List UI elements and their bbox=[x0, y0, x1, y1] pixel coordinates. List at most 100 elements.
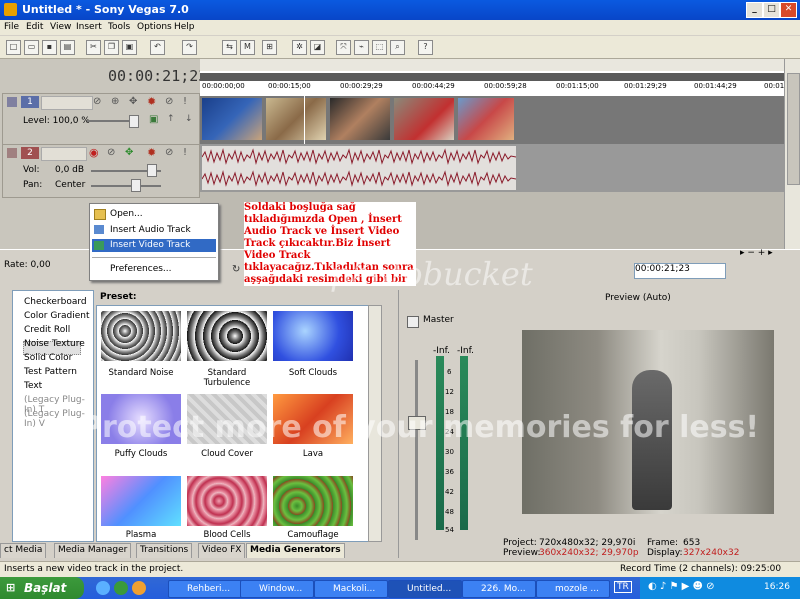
loop-region-bar[interactable] bbox=[200, 73, 784, 81]
menu-options[interactable]: Options bbox=[137, 22, 172, 32]
tab-project-media[interactable]: ct Media bbox=[0, 543, 47, 558]
track-motion-icon[interactable]: ✥ bbox=[129, 96, 137, 107]
autoripple-icon[interactable]: M bbox=[240, 40, 255, 55]
tab-video-fx[interactable]: Video FX bbox=[198, 543, 246, 558]
zoom-tool-icon[interactable]: ⌕ bbox=[390, 40, 405, 55]
timeline-ruler[interactable]: 00:00:00;00 00:00:15;00 00:00:29;29 00:0… bbox=[200, 59, 800, 97]
preset-thumbnail[interactable] bbox=[273, 311, 353, 361]
quicklaunch-app-icon[interactable] bbox=[114, 581, 128, 595]
menu-item-open[interactable]: Open... bbox=[110, 209, 143, 219]
envelope-tool-icon[interactable]: ⌁ bbox=[354, 40, 369, 55]
menu-item-insert-video-track[interactable]: Insert Video Track bbox=[110, 240, 190, 250]
crossfade-icon[interactable]: ✲ bbox=[292, 40, 307, 55]
menu-item-preferences[interactable]: Preferences... bbox=[110, 264, 172, 274]
audio-clip[interactable] bbox=[201, 146, 517, 190]
menu-item-insert-audio-track[interactable]: Insert Audio Track bbox=[110, 225, 191, 235]
bus-assign-icon[interactable]: ✥ bbox=[125, 147, 133, 158]
open-icon[interactable]: ▭ bbox=[24, 40, 39, 55]
list-item[interactable]: Credit Roll bbox=[24, 325, 70, 335]
copy-icon[interactable]: ❐ bbox=[104, 40, 119, 55]
video-track-header[interactable]: 1 ⊘ ⊕ ✥ ✹ ⊘ ! Level: 100,0 % ▣ ↑ ↓ bbox=[2, 93, 200, 145]
taskbar-item[interactable]: 226. Mo... bbox=[462, 580, 536, 598]
video-clip-thumbnail[interactable] bbox=[266, 98, 326, 140]
video-clip-thumbnail[interactable] bbox=[458, 98, 514, 140]
menu-insert[interactable]: Insert bbox=[76, 22, 102, 32]
selection-tool-icon[interactable]: ⬚ bbox=[372, 40, 387, 55]
menu-view[interactable]: View bbox=[50, 22, 71, 32]
solo-icon[interactable]: ! bbox=[183, 96, 187, 107]
playhead-cursor[interactable] bbox=[304, 96, 305, 144]
scrollbar-thumb[interactable] bbox=[787, 73, 800, 185]
menu-tools[interactable]: Tools bbox=[108, 22, 130, 32]
master-toggle[interactable] bbox=[407, 316, 419, 328]
preset-thumbnail[interactable] bbox=[101, 476, 181, 526]
invert-phase-icon[interactable]: ⊘ bbox=[107, 147, 115, 158]
pan-slider-track[interactable] bbox=[91, 185, 161, 187]
vol-slider-thumb[interactable] bbox=[147, 164, 157, 177]
track-expand-icon[interactable] bbox=[7, 148, 17, 158]
track-name-field[interactable] bbox=[41, 96, 93, 110]
menu-edit[interactable]: Edit bbox=[26, 22, 43, 32]
audio-track-lane[interactable] bbox=[200, 144, 784, 192]
master-fader-track[interactable] bbox=[415, 360, 418, 540]
video-track-lane[interactable] bbox=[200, 96, 784, 144]
snap-icon[interactable]: ⇆ bbox=[222, 40, 237, 55]
bypass-motion-blur-icon[interactable]: ⊘ bbox=[93, 96, 101, 107]
track-fx-icon[interactable]: ✹ bbox=[147, 146, 156, 159]
video-clip-thumbnail[interactable] bbox=[330, 98, 390, 140]
make-compositing-parent-icon[interactable]: ↑ bbox=[167, 114, 175, 124]
preset-thumbnail[interactable] bbox=[101, 311, 181, 361]
taskbar-item[interactable]: Mackoli... bbox=[314, 580, 388, 598]
paste-icon[interactable]: ▣ bbox=[122, 40, 137, 55]
list-item[interactable]: Text bbox=[24, 381, 42, 391]
pan-slider-thumb[interactable] bbox=[131, 179, 141, 192]
list-item-selected[interactable]: Noise Texture bbox=[24, 339, 85, 349]
tab-transitions[interactable]: Transitions bbox=[136, 543, 193, 558]
mute-icon[interactable]: ⊘ bbox=[165, 96, 173, 107]
redo-icon[interactable]: ↷ bbox=[182, 40, 197, 55]
track-expand-icon[interactable] bbox=[7, 97, 17, 107]
taskbar-item[interactable]: Window... bbox=[240, 580, 314, 598]
normal-edit-tool-icon[interactable]: ⤧ bbox=[336, 40, 351, 55]
arm-for-record-icon[interactable]: ◉ bbox=[89, 146, 99, 159]
tab-media-manager[interactable]: Media Manager bbox=[54, 543, 132, 558]
maximize-button[interactable]: □ bbox=[763, 2, 780, 18]
lock-envelopes-icon[interactable]: ⊞ bbox=[262, 40, 277, 55]
preset-thumbnail[interactable] bbox=[273, 476, 353, 526]
save-icon[interactable]: ▪ bbox=[42, 40, 57, 55]
taskbar-item-active[interactable]: Untitled... bbox=[388, 580, 462, 598]
make-compositing-child-icon[interactable]: ↓ bbox=[185, 114, 193, 124]
minimize-button[interactable]: _ bbox=[746, 2, 763, 18]
start-button[interactable]: ⊞ Başlat bbox=[0, 577, 84, 599]
composite-parent-icon[interactable]: ▣ bbox=[149, 114, 158, 125]
new-icon[interactable]: □ bbox=[6, 40, 21, 55]
taskbar-item[interactable]: Rehberi... bbox=[168, 580, 242, 598]
list-item[interactable]: Test Pattern bbox=[24, 367, 77, 377]
menu-help[interactable]: Help bbox=[174, 22, 195, 32]
level-slider-thumb[interactable] bbox=[129, 115, 139, 128]
zoom-out-icon[interactable]: ▸ − + ▸ bbox=[740, 248, 773, 258]
list-item[interactable]: Checkerboard bbox=[24, 297, 87, 307]
taskbar-item[interactable]: mozole ... bbox=[536, 580, 610, 598]
compositing-mode-icon[interactable]: ⊕ bbox=[111, 96, 119, 107]
properties-icon[interactable]: ▤ bbox=[60, 40, 75, 55]
cut-icon[interactable]: ✂ bbox=[86, 40, 101, 55]
tab-media-generators[interactable]: Media Generators bbox=[246, 543, 345, 558]
timecode-field[interactable]: 00:00:21;23 bbox=[634, 263, 726, 279]
solo-icon[interactable]: ! bbox=[183, 147, 187, 158]
auto-crossfade-icon[interactable]: ◪ bbox=[310, 40, 325, 55]
mute-icon[interactable]: ⊘ bbox=[165, 147, 173, 158]
video-clip-thumbnail[interactable] bbox=[394, 98, 454, 140]
preset-thumbnail[interactable] bbox=[187, 311, 267, 361]
preview-mode-dropdown[interactable]: Preview (Auto) bbox=[605, 293, 671, 303]
video-clip-thumbnail[interactable] bbox=[202, 98, 262, 140]
audio-track-header[interactable]: 2 ◉ ⊘ ✥ ✹ ⊘ ! Vol: 0,0 dB Pan: Center bbox=[2, 144, 200, 198]
undo-icon[interactable]: ↶ bbox=[150, 40, 165, 55]
close-button[interactable]: ✕ bbox=[780, 2, 797, 18]
loop-playback-icon[interactable]: ↻ bbox=[232, 264, 240, 275]
menu-file[interactable]: File bbox=[4, 22, 19, 32]
language-indicator[interactable]: TR bbox=[614, 581, 632, 593]
list-item[interactable]: Solid Color bbox=[24, 353, 72, 363]
quicklaunch-ie-icon[interactable] bbox=[96, 581, 110, 595]
track-name-field[interactable] bbox=[41, 147, 87, 161]
